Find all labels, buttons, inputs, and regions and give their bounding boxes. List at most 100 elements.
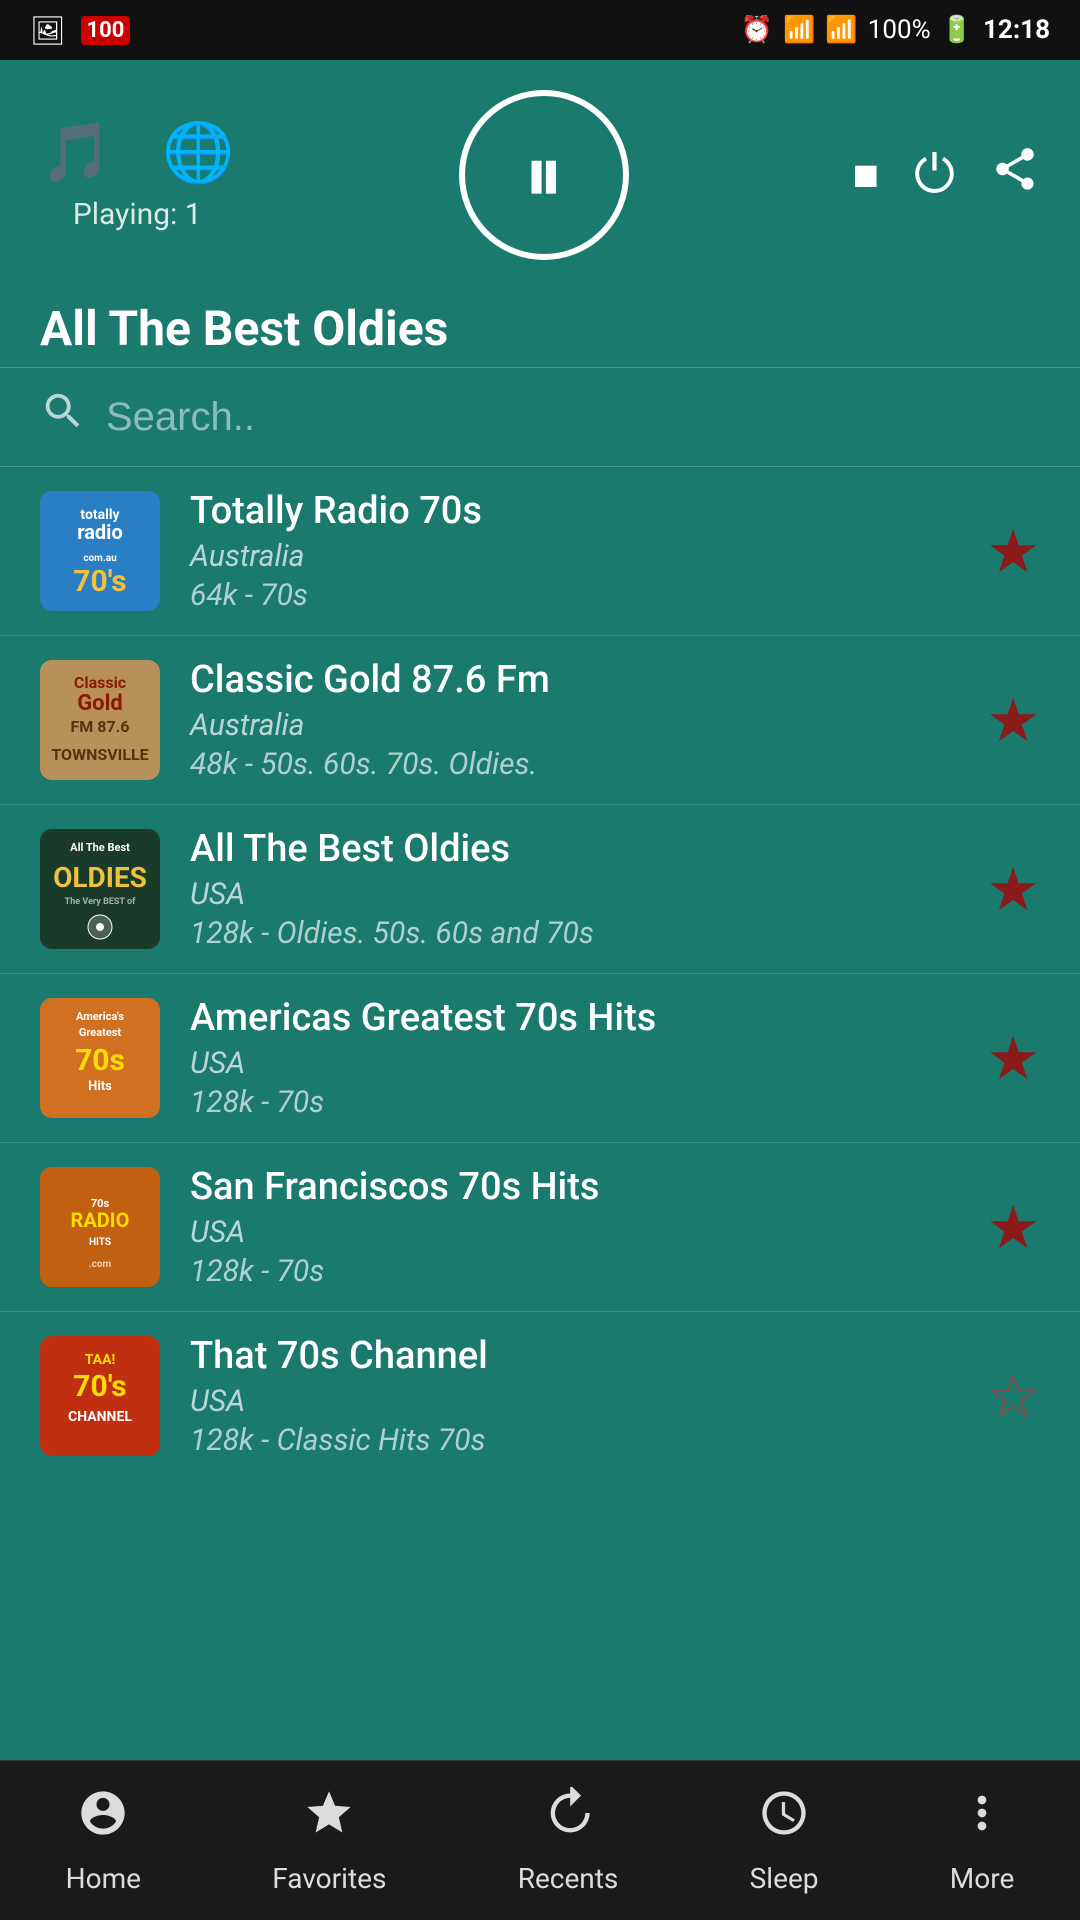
station-name: San Franciscos 70s Hits: [190, 1165, 966, 1209]
alarm-icon: ⏰: [741, 15, 773, 45]
sleep-label: Sleep: [750, 1862, 819, 1895]
station-name: Classic Gold 87.6 Fm: [190, 658, 966, 702]
power-icon[interactable]: ⏻: [914, 144, 955, 206]
svg-text:The Very BEST of: The Very BEST of: [65, 897, 136, 907]
station-info: Americas Greatest 70s Hits USA 128k - 70…: [190, 996, 966, 1120]
playing-label: Playing: 1: [73, 197, 202, 232]
recents-label: Recents: [518, 1862, 619, 1895]
left-controls: 🎵 🌐 Playing: 1: [40, 119, 234, 232]
search-input[interactable]: [106, 395, 1040, 440]
favorite-button[interactable]: ★: [966, 516, 1040, 587]
left-icons: 🎵 🌐: [40, 119, 234, 187]
station-info: San Franciscos 70s Hits USA 128k - 70s: [190, 1165, 966, 1289]
favorite-button[interactable]: ★: [966, 854, 1040, 925]
station-meta: 64k - 70s: [190, 578, 966, 613]
battery-icon: 🔋: [941, 15, 973, 45]
station-logo: America's Greatest 70s Hits: [40, 998, 160, 1118]
svg-text:Gold: Gold: [77, 691, 123, 716]
controls-row: 🎵 🌐 Playing: 1 ⏸ ⏹ ⏻: [40, 90, 1040, 260]
svg-text:70's: 70's: [73, 564, 126, 599]
svg-text:radio: radio: [77, 520, 123, 544]
station-item[interactable]: Classic Gold FM 87.6 TOWNSVILLE Classic …: [0, 636, 1080, 805]
pause-button[interactable]: ⏸: [459, 90, 629, 260]
photo-icon: 🖼: [30, 14, 66, 47]
favorites-label: Favorites: [272, 1862, 386, 1895]
wifi-icon: 📶: [783, 15, 815, 45]
status-right: ⏰ 📶 📶 100% 🔋 12:18: [741, 15, 1050, 45]
recents-icon: [542, 1787, 594, 1852]
search-bar[interactable]: [0, 368, 1080, 467]
search-icon: [40, 388, 86, 446]
svg-text:TOWNSVILLE: TOWNSVILLE: [51, 745, 148, 764]
station-name: Americas Greatest 70s Hits: [190, 996, 966, 1040]
svg-text:HITS: HITS: [89, 1237, 111, 1248]
stop-icon[interactable]: ⏹: [853, 144, 879, 206]
station-item[interactable]: America's Greatest 70s Hits Americas Gre…: [0, 974, 1080, 1143]
station-info: Totally Radio 70s Australia 64k - 70s: [190, 489, 966, 613]
home-label: Home: [66, 1862, 141, 1895]
station-name: That 70s Channel: [190, 1334, 966, 1378]
svg-text:CHANNEL: CHANNEL: [68, 1409, 132, 1425]
svg-text:.com: .com: [89, 1259, 112, 1270]
signal-icon: 📶: [825, 15, 857, 45]
favorite-button[interactable]: ★: [966, 685, 1040, 756]
svg-text:FM 87.6: FM 87.6: [71, 717, 130, 736]
station-logo: 70s RADIO HITS .com: [40, 1167, 160, 1287]
station-name-heading: All The Best Oldies: [40, 300, 1040, 357]
nav-item-home[interactable]: Home: [46, 1777, 161, 1905]
station-meta: 128k - Oldies. 50s. 60s and 70s: [190, 916, 966, 951]
nav-item-recents[interactable]: Recents: [498, 1777, 639, 1905]
svg-text:OLDIES: OLDIES: [53, 861, 147, 894]
svg-text:Classic: Classic: [74, 673, 126, 692]
station-logo: TAA! 70's CHANNEL: [40, 1336, 160, 1456]
station-info: Classic Gold 87.6 Fm Australia 48k - 50s…: [190, 658, 966, 782]
share-icon[interactable]: [990, 144, 1040, 207]
more-label: More: [950, 1862, 1015, 1895]
station-name: Totally Radio 70s: [190, 489, 966, 533]
globe-icon[interactable]: 🌐: [162, 119, 234, 187]
status-left: 🖼 100: [30, 14, 130, 47]
svg-text:RADIO: RADIO: [71, 1208, 130, 1232]
current-station-title: All The Best Oldies: [0, 280, 1080, 367]
svg-text:All The Best: All The Best: [70, 841, 130, 854]
svg-text:Greatest: Greatest: [79, 1026, 122, 1039]
favorite-button[interactable]: ☆: [966, 1361, 1040, 1432]
sleep-icon: [758, 1787, 810, 1852]
more-icon: [956, 1787, 1008, 1852]
station-meta: 128k - 70s: [190, 1254, 966, 1289]
battery-label: 100%: [868, 15, 931, 45]
station-country: Australia: [190, 708, 966, 743]
station-list: totally radio com.au 70's Totally Radio …: [0, 467, 1080, 1747]
favorite-button[interactable]: ★: [966, 1023, 1040, 1094]
station-country: USA: [190, 1215, 966, 1250]
station-item[interactable]: All The Best OLDIES The Very BEST of All…: [0, 805, 1080, 974]
station-country: USA: [190, 1384, 966, 1419]
station-item[interactable]: totally radio com.au 70's Totally Radio …: [0, 467, 1080, 636]
station-country: USA: [190, 1046, 966, 1081]
svg-text:Hits: Hits: [88, 1079, 112, 1094]
station-item[interactable]: TAA! 70's CHANNEL That 70s Channel USA 1…: [0, 1312, 1080, 1480]
station-name: All The Best Oldies: [190, 827, 966, 871]
station-country: Australia: [190, 539, 966, 574]
music-note-icon[interactable]: 🎵: [40, 119, 112, 187]
app-icon: 100: [81, 16, 131, 45]
nav-item-more[interactable]: More: [930, 1777, 1035, 1905]
favorites-icon: [303, 1787, 355, 1852]
svg-text:70s: 70s: [75, 1043, 125, 1078]
station-meta: 48k - 50s. 60s. 70s. Oldies.: [190, 747, 966, 782]
nav-item-sleep[interactable]: Sleep: [730, 1777, 839, 1905]
svg-text:com.au: com.au: [83, 553, 117, 564]
bottom-nav: Home Favorites Recents Sleep: [0, 1760, 1080, 1920]
svg-text:70's: 70's: [73, 1369, 126, 1404]
station-info: That 70s Channel USA 128k - Classic Hits…: [190, 1334, 966, 1458]
station-logo: All The Best OLDIES The Very BEST of: [40, 829, 160, 949]
station-info: All The Best Oldies USA 128k - Oldies. 5…: [190, 827, 966, 951]
favorite-button[interactable]: ★: [966, 1192, 1040, 1263]
station-meta: 128k - 70s: [190, 1085, 966, 1120]
player-header: 🎵 🌐 Playing: 1 ⏸ ⏹ ⏻: [0, 60, 1080, 280]
nav-item-favorites[interactable]: Favorites: [252, 1777, 406, 1905]
time-label: 12:18: [983, 15, 1050, 45]
station-item[interactable]: 70s RADIO HITS .com San Franciscos 70s H…: [0, 1143, 1080, 1312]
home-icon: [77, 1787, 129, 1852]
station-country: USA: [190, 877, 966, 912]
